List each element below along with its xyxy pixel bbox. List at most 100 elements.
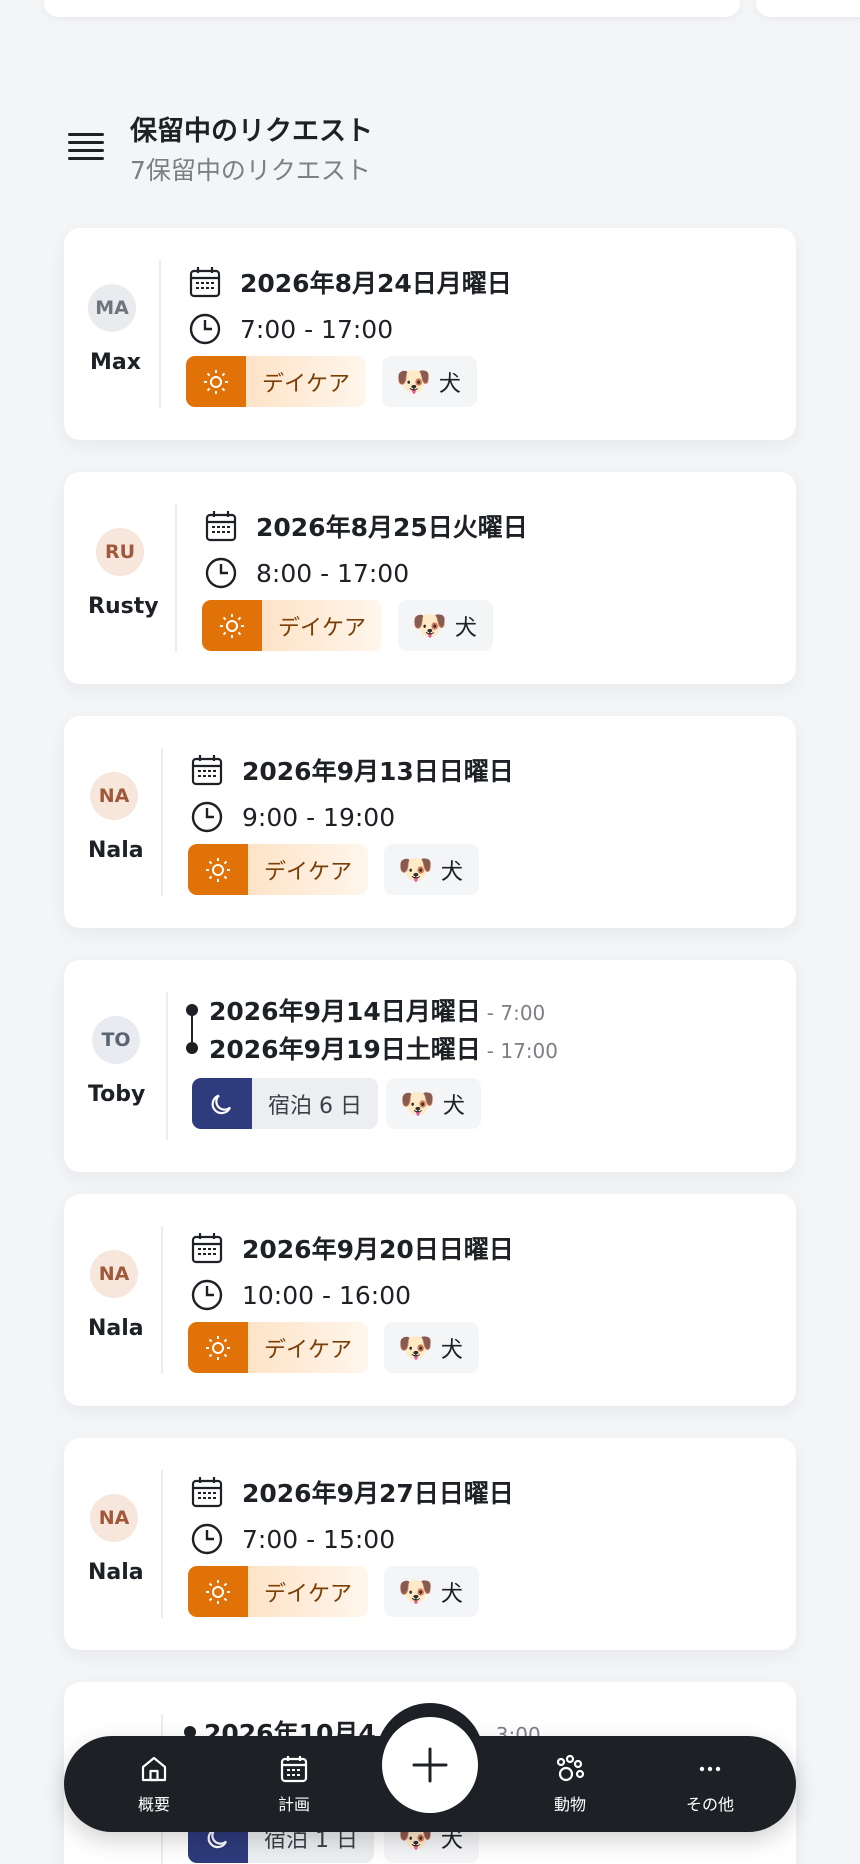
moon-icon [192,1078,252,1129]
clock-icon [191,801,223,833]
previous-card-right [756,0,860,17]
service-label: デイケア [248,1322,369,1373]
service-label: 宿泊 6 日 [252,1078,378,1129]
dog-icon: 🐶 [398,853,433,886]
dog-icon: 🐶 [398,1575,433,1608]
range-end-dot [186,1042,198,1054]
time-row: 7:00 - 17:00 [188,312,393,346]
range-start: 2026年9月14日月曜日 - 7:00 [209,992,545,1028]
request-card[interactable]: RU Rusty 2026年8月25日火曜日 8:00 - 17:00 デイケア… [64,472,796,684]
divider [175,504,177,652]
time-row: 10:00 - 16:00 [190,1278,411,1312]
clock-icon [191,1523,223,1555]
calendar-icon [191,1233,223,1264]
nav-plan-label: 計画 [277,1795,310,1814]
home-icon [141,1756,167,1782]
animal-chip: 🐶 犬 [384,844,479,895]
request-card[interactable]: TO Toby 2026年9月14日月曜日 - 7:00 2026年9月19日土曜… [64,960,796,1172]
animal-label: 犬 [454,615,477,641]
nav-animals-label: 動物 [553,1795,586,1814]
nav-overview[interactable]: 概要 [94,1736,214,1832]
avatar: NA [90,1494,138,1542]
pet-name: Nala [88,1316,144,1341]
time-row: 8:00 - 17:00 [204,556,409,590]
animal-label: 犬 [440,1581,463,1607]
add-button[interactable] [382,1717,478,1813]
divider [166,992,168,1140]
request-time: 7:00 - 15:00 [242,1524,396,1554]
animal-chip: 🐶 犬 [384,1322,479,1373]
request-card[interactable]: NA Nala 2026年9月13日日曜日 9:00 - 19:00 デイケア … [64,716,796,928]
pet-name: Rusty [88,594,159,619]
previous-card [44,0,740,17]
request-time: 8:00 - 17:00 [256,558,410,588]
avatar: RU [96,528,144,576]
calendar-icon [280,1756,308,1783]
request-card[interactable]: MA Max 2026年8月24日月曜日 7:00 - 17:00 デイケア 🐶… [64,228,796,440]
divider [161,748,163,896]
section-subtitle: 7保留中のリクエスト [130,156,371,185]
end-time: - 17:00 [486,1039,558,1063]
calendar-icon [191,1477,223,1508]
sun-icon [188,844,248,895]
sun-icon [202,600,262,651]
service-badge: デイケア [186,356,367,407]
date-row: 2026年9月20日日曜日 [190,1230,514,1266]
nav-animals[interactable]: 動物 [510,1736,630,1832]
nav-more-label: その他 [685,1795,734,1814]
service-badge: 宿泊 6 日 [192,1078,378,1129]
dog-icon: 🐶 [398,1331,433,1364]
pet-name: Nala [88,838,144,863]
request-time: 10:00 - 16:00 [242,1280,412,1310]
end-date: 2026年9月19日土曜日 [209,1035,481,1064]
animal-label: 犬 [438,371,461,397]
animal-chip: 🐶 犬 [386,1078,481,1129]
request-time: 9:00 - 19:00 [242,802,396,832]
date-row: 2026年8月24日月曜日 [188,264,512,300]
animal-label: 犬 [442,1093,465,1119]
sun-icon [188,1322,248,1373]
request-date: 2026年8月25日火曜日 [256,513,528,542]
dog-icon: 🐶 [400,1087,435,1120]
avatar: NA [90,772,138,820]
clock-icon [191,1279,223,1311]
date-row: 2026年9月13日日曜日 [190,752,514,788]
time-row: 9:00 - 19:00 [190,800,395,834]
nav-overview-label: 概要 [137,1795,170,1814]
request-card[interactable]: NA Nala 2026年9月27日日曜日 7:00 - 15:00 デイケア … [64,1438,796,1650]
animal-chip: 🐶 犬 [382,356,477,407]
request-date: 2026年9月27日日曜日 [242,1479,514,1508]
range-line [191,1010,193,1042]
service-badge: デイケア [188,1566,369,1617]
clock-icon [189,313,221,345]
dog-icon: 🐶 [396,365,431,398]
service-label: デイケア [246,356,367,407]
nav-plan[interactable]: 計画 [234,1736,354,1832]
request-date: 2026年9月13日日曜日 [242,757,514,786]
dog-icon: 🐶 [412,609,447,642]
time-row: 7:00 - 15:00 [190,1522,395,1556]
service-label: デイケア [248,1566,369,1617]
nav-more[interactable]: その他 [650,1736,770,1832]
start-time: - 7:00 [486,1001,546,1025]
plus-icon [412,1747,448,1783]
sun-icon [188,1566,248,1617]
start-date: 2026年9月14日月曜日 [209,997,481,1026]
calendar-icon [191,755,223,786]
avatar: MA [88,284,136,332]
pet-name: Nala [88,1560,144,1585]
section-title: 保留中のリクエスト [130,116,373,147]
request-card[interactable]: NA Nala 2026年9月20日日曜日 10:00 - 16:00 デイケア… [64,1194,796,1406]
list-icon [68,133,106,171]
animal-label: 犬 [440,1337,463,1363]
more-icon [699,1766,721,1772]
divider [161,1226,163,1374]
pet-name: Toby [88,1082,146,1107]
pet-name: Max [90,350,141,375]
service-badge: デイケア [188,844,369,895]
calendar-icon [189,267,221,298]
request-time: 7:00 - 17:00 [240,314,394,344]
animal-chip: 🐶 犬 [384,1566,479,1617]
clock-icon [205,557,237,589]
paw-icon [556,1754,585,1782]
